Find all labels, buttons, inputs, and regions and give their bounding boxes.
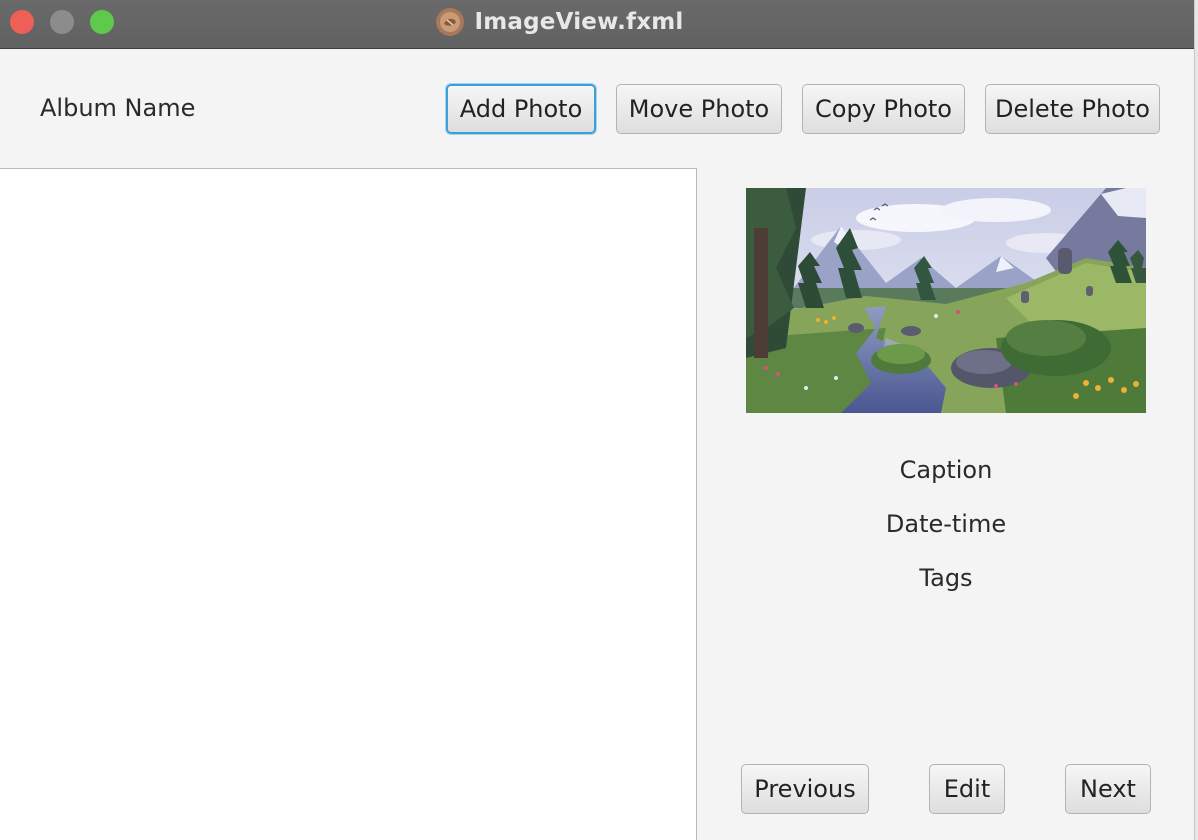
caption-label: Caption (899, 456, 993, 484)
copy-photo-button[interactable]: Copy Photo (802, 84, 965, 134)
window-right-edge (1194, 0, 1198, 840)
title-bar[interactable]: ImageView.fxml (0, 0, 1198, 49)
edit-button[interactable]: Edit (929, 764, 1005, 814)
delete-photo-button[interactable]: Delete Photo (985, 84, 1160, 134)
title-wrap: ImageView.fxml (0, 0, 1198, 44)
java-app-icon (435, 8, 464, 36)
app-window: ImageView.fxml Album Name Add Photo Move… (0, 0, 1198, 840)
photo-display-image (746, 188, 1146, 413)
previous-button[interactable]: Previous (741, 764, 869, 814)
album-name-label: Album Name (40, 94, 196, 122)
photo-list-pane[interactable] (0, 168, 697, 840)
move-photo-button[interactable]: Move Photo (616, 84, 782, 134)
window-title: ImageView.fxml (474, 9, 684, 35)
add-photo-button[interactable]: Add Photo (446, 84, 596, 134)
next-button[interactable]: Next (1065, 764, 1151, 814)
datetime-label: Date-time (885, 510, 1007, 538)
tags-label: Tags (919, 564, 973, 592)
